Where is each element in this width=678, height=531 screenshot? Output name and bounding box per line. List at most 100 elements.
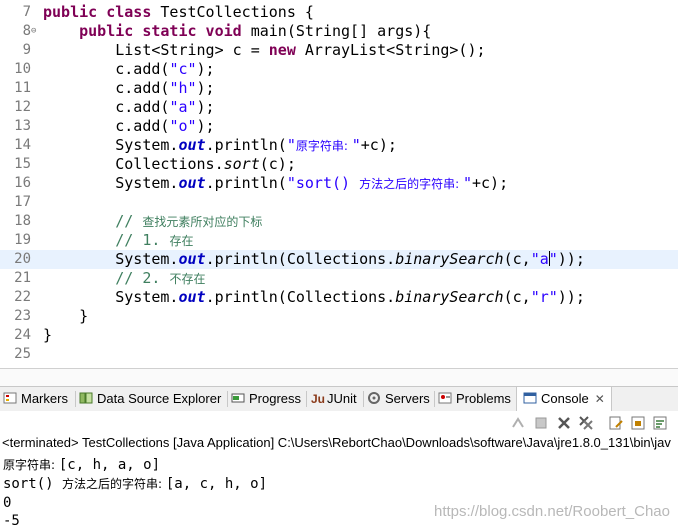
line-number: 22 (14, 289, 31, 305)
code-line[interactable]: 22 System.out.println(Collections.binary… (0, 288, 678, 307)
code-editor[interactable]: 7 public class TestCollections {8 ⊖ public… (0, 0, 678, 368)
tab-junit[interactable]: Ju JUnit (311, 387, 357, 411)
code-token: ArrayList<String>(); (304, 41, 486, 59)
panel-divider[interactable] (0, 368, 678, 387)
line-number: 17 (14, 194, 31, 210)
remove-all-terminated-icon[interactable] (578, 415, 594, 431)
line-number: 14 (14, 137, 31, 153)
code-token: binarySearch (395, 288, 504, 306)
code-token: // (43, 212, 143, 230)
code-token: public static void (79, 22, 251, 40)
code-token: System. (43, 288, 179, 306)
code-text: // 1. 存在 (43, 231, 193, 251)
code-text: System.out.println(Collections.binarySea… (43, 288, 585, 307)
code-line[interactable]: 18 // 查找元素所对应的下标 (0, 212, 678, 231)
code-token: " (462, 174, 472, 192)
code-line[interactable]: 21 // 2. 不存在 (0, 269, 678, 288)
problems-icon (438, 392, 452, 404)
scroll-lock-icon[interactable] (630, 415, 646, 431)
code-text: List<String> c = new ArrayList<String>()… (43, 41, 486, 60)
tab-console[interactable]: Console ✕ (516, 387, 612, 411)
line-number: 23 (14, 308, 31, 324)
tab-servers[interactable]: Servers (367, 387, 430, 411)
code-token: c.add( (43, 60, 170, 78)
code-token: +c); (360, 136, 397, 154)
code-line[interactable]: 17 (0, 193, 678, 212)
code-token: System. (43, 250, 179, 268)
code-text: System.out.println("sort() 方法之后的字符串: "+c… (43, 174, 508, 194)
code-token: (c, (503, 288, 531, 306)
code-line[interactable]: 14 System.out.println("原字符串: "+c); (0, 136, 678, 155)
line-number: 12 (14, 99, 31, 115)
tab-problems[interactable]: Problems (438, 387, 511, 411)
code-text: } (43, 307, 88, 326)
code-line[interactable]: 20 System.out.println(Collections.binary… (0, 250, 678, 269)
code-line[interactable]: 11 c.add("h"); (0, 79, 678, 98)
code-line[interactable]: 23 } (0, 307, 678, 326)
tab-progress[interactable]: Progress (231, 387, 301, 411)
code-token: System. (43, 136, 179, 154)
code-token: c.add( (43, 98, 170, 116)
code-line[interactable]: 25 (0, 345, 678, 364)
tab-data-source-explorer[interactable]: Data Source Explorer (79, 387, 221, 411)
tab-markers[interactable]: Markers (3, 387, 68, 411)
code-line[interactable]: 10 c.add("c"); (0, 60, 678, 79)
code-token: (c); (259, 155, 296, 173)
code-token: .println( (205, 174, 287, 192)
code-token: TestCollections { (160, 3, 314, 21)
word-wrap-icon[interactable] (652, 415, 668, 431)
code-token: out (178, 250, 206, 268)
code-line[interactable]: 15 Collections.sort(c); (0, 155, 678, 174)
code-line[interactable]: 12 c.add("a"); (0, 98, 678, 117)
line-number: 21 (14, 270, 31, 286)
code-text: System.out.println("原字符串: "+c); (43, 136, 397, 156)
code-token: .println(Collections. (205, 250, 396, 268)
watermark: https://blog.csdn.net/Roobert_Chao (434, 503, 670, 520)
line-number: 16 (14, 175, 31, 191)
code-token: " (548, 250, 558, 268)
code-token: // 2. (43, 269, 170, 287)
code-line[interactable]: 13 c.add("o"); (0, 117, 678, 136)
code-token: new (268, 41, 305, 59)
code-text: // 2. 不存在 (43, 269, 205, 289)
fold-toggle-icon[interactable]: ⊖ (31, 25, 36, 37)
code-token: "c" (169, 60, 197, 78)
console-icon (523, 392, 537, 404)
servers-icon (368, 392, 380, 404)
code-text: c.add("o"); (43, 117, 214, 136)
code-token: out (178, 174, 206, 192)
code-line[interactable]: 16 System.out.println("sort() 方法之后的字符串: … (0, 174, 678, 193)
code-token: sort (223, 155, 260, 173)
code-line[interactable]: 7 public class TestCollections { (0, 3, 678, 22)
code-token: "a" (169, 98, 197, 116)
code-token: out (178, 288, 206, 306)
clear-console-icon[interactable] (608, 415, 624, 431)
code-token: .println(Collections. (205, 288, 396, 306)
pin-console-icon[interactable] (510, 415, 526, 431)
code-line[interactable]: 19 // 1. 存在 (0, 231, 678, 250)
code-token: 查找元素所对应的下标 (142, 215, 263, 229)
code-token: "r" (530, 288, 558, 306)
code-line[interactable]: 24} (0, 326, 678, 345)
code-token: binarySearch (395, 250, 504, 268)
code-token: "h" (169, 79, 197, 97)
code-text: System.out.println(Collections.binarySea… (43, 250, 585, 269)
console-output-line: 0 (3, 495, 12, 511)
code-token: " (286, 136, 296, 154)
code-token: } (43, 326, 53, 344)
code-token: "a (530, 250, 549, 268)
terminate-icon[interactable] (533, 415, 549, 431)
line-number: 19 (14, 232, 31, 248)
line-number: 11 (14, 80, 31, 96)
code-text: Collections.sort(c); (43, 155, 296, 174)
console-launch-status: <terminated> TestCollections [Java Appli… (2, 435, 671, 450)
code-token: out (178, 136, 206, 154)
code-line[interactable]: 8 ⊖ public static void main(String[] args… (0, 22, 678, 41)
close-console-icon[interactable]: ✕ (595, 392, 605, 406)
code-token: // 1. (43, 231, 170, 249)
remove-launch-icon[interactable] (556, 415, 572, 431)
code-text: c.add("c"); (43, 60, 214, 79)
progress-icon (231, 393, 245, 403)
code-line[interactable]: 9 List<String> c = new ArrayList<String>… (0, 41, 678, 60)
